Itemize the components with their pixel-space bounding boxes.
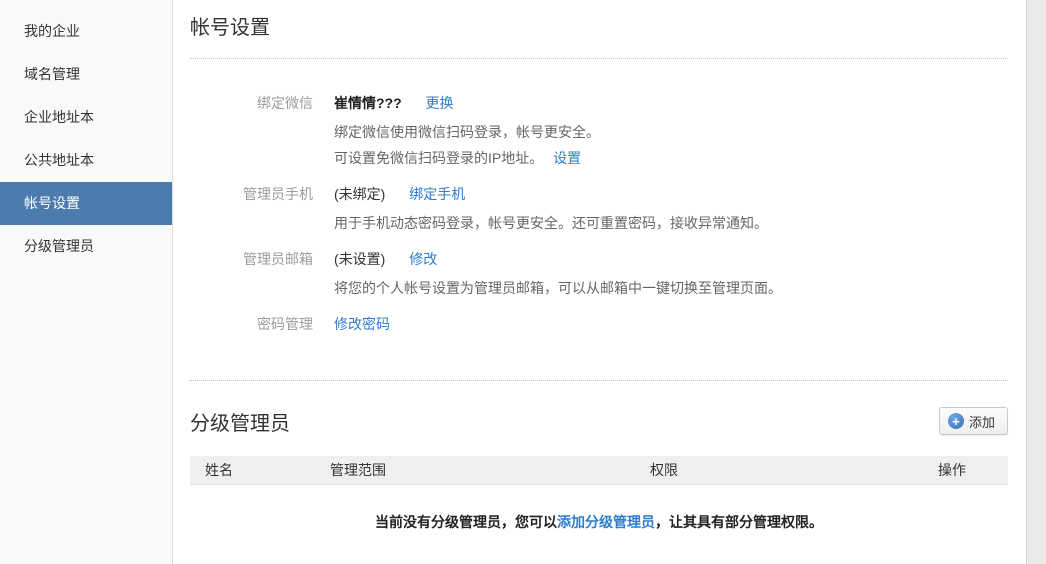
sidebar-item-domain-management[interactable]: 域名管理 bbox=[0, 53, 172, 96]
sidebar-item-public-addressbook[interactable]: 公共地址本 bbox=[0, 139, 172, 182]
divider bbox=[190, 380, 1008, 381]
page-right-gutter bbox=[1026, 0, 1046, 564]
ip-settings-link[interactable]: 设置 bbox=[553, 150, 581, 166]
add-admin-button[interactable]: + 添加 bbox=[939, 407, 1008, 435]
setting-row-password: 密码管理 修改密码 bbox=[190, 314, 1008, 334]
admin-table-empty-state: 当前没有分级管理员，您可以添加分级管理员，让其具有部分管理权限。 bbox=[190, 512, 1008, 532]
wechat-bound-name: 崔情情??? bbox=[334, 95, 402, 111]
add-button-label: 添加 bbox=[969, 412, 995, 431]
sidebar-item-enterprise-addressbook[interactable]: 企业地址本 bbox=[0, 96, 172, 139]
setting-row-email: 管理员邮箱 (未设置) 修改 将您的个人帐号设置为管理员邮箱，可以从邮箱中一键切… bbox=[190, 249, 1008, 301]
modify-email-link[interactable]: 修改 bbox=[409, 251, 437, 267]
wechat-desc-2: 可设置免微信扫码登录的IP地址。 bbox=[334, 150, 543, 166]
empty-state-prefix: 当前没有分级管理员，您可以 bbox=[375, 514, 557, 530]
email-status: (未设置) bbox=[334, 251, 385, 267]
add-sub-admin-link[interactable]: 添加分级管理员 bbox=[557, 514, 655, 530]
wechat-change-link[interactable]: 更换 bbox=[426, 95, 454, 111]
admin-table-header: 姓名 管理范围 权限 操作 bbox=[190, 456, 1008, 485]
column-header-permission: 权限 bbox=[650, 460, 896, 480]
sidebar-item-sub-admins[interactable]: 分级管理员 bbox=[0, 225, 172, 268]
sub-admin-section-header: 分级管理员 + 添加 bbox=[190, 406, 1008, 436]
empty-state-suffix: ，让其具有部分管理权限。 bbox=[655, 514, 823, 530]
password-label: 密码管理 bbox=[190, 314, 313, 334]
sub-admin-title: 分级管理员 bbox=[190, 407, 290, 436]
wechat-label: 绑定微信 bbox=[190, 93, 313, 171]
sidebar-item-my-enterprise[interactable]: 我的企业 bbox=[0, 10, 172, 53]
account-settings-list: 绑定微信 崔情情??? 更换 绑定微信使用微信扫码登录，帐号更安全。 可设置免微… bbox=[190, 59, 1008, 380]
column-header-scope: 管理范围 bbox=[330, 460, 650, 480]
column-header-operation: 操作 bbox=[896, 460, 1008, 480]
sidebar: 我的企业 域名管理 企业地址本 公共地址本 帐号设置 分级管理员 bbox=[0, 0, 173, 564]
bind-phone-link[interactable]: 绑定手机 bbox=[409, 186, 465, 202]
sidebar-item-account-settings[interactable]: 帐号设置 bbox=[0, 182, 172, 225]
setting-row-wechat: 绑定微信 崔情情??? 更换 绑定微信使用微信扫码登录，帐号更安全。 可设置免微… bbox=[190, 93, 1008, 171]
phone-label: 管理员手机 bbox=[190, 184, 313, 236]
phone-desc: 用于手机动态密码登录，帐号更安全。还可重置密码，接收异常通知。 bbox=[334, 210, 768, 236]
page-title: 帐号设置 bbox=[190, 0, 1008, 42]
main-content: 帐号设置 绑定微信 崔情情??? 更换 绑定微信使用微信扫码登录，帐号更安全。 … bbox=[173, 0, 1026, 564]
phone-status: (未绑定) bbox=[334, 186, 385, 202]
add-icon: + bbox=[948, 413, 964, 429]
page: 我的企业 域名管理 企业地址本 公共地址本 帐号设置 分级管理员 帐号设置 绑定… bbox=[0, 0, 1046, 564]
email-label: 管理员邮箱 bbox=[190, 249, 313, 301]
column-header-name: 姓名 bbox=[190, 460, 330, 480]
change-password-link[interactable]: 修改密码 bbox=[334, 316, 390, 332]
email-desc: 将您的个人帐号设置为管理员邮箱，可以从邮箱中一键切换至管理页面。 bbox=[334, 275, 782, 301]
setting-row-phone: 管理员手机 (未绑定) 绑定手机 用于手机动态密码登录，帐号更安全。还可重置密码… bbox=[190, 184, 1008, 236]
wechat-desc-1: 绑定微信使用微信扫码登录，帐号更安全。 bbox=[334, 119, 600, 145]
